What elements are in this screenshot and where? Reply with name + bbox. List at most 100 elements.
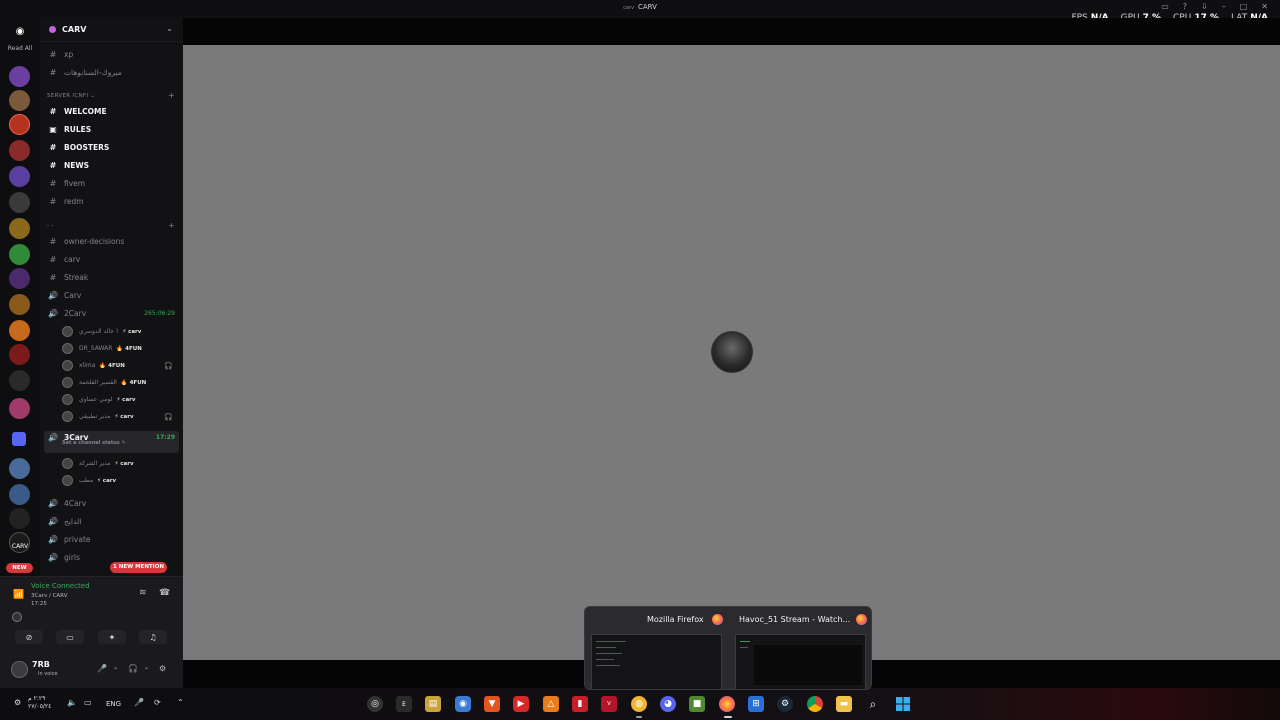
server-icon[interactable]: [9, 508, 30, 529]
vlc-icon[interactable]: △: [543, 696, 559, 712]
channel-item[interactable]: ▣ RULES: [44, 122, 179, 137]
files-icon[interactable]: ▤: [425, 696, 441, 712]
server-icon[interactable]: [9, 398, 30, 419]
display-icon[interactable]: ▭: [84, 698, 92, 707]
new-mention-badge[interactable]: 1 NEW MENTION: [110, 562, 167, 573]
voice-user[interactable]: مدير الشركة ⚡ carv: [62, 456, 177, 471]
user-name[interactable]: 7RB: [32, 660, 50, 669]
youtube-icon[interactable]: ▶: [513, 696, 529, 712]
winrar-icon[interactable]: ▮: [572, 696, 588, 712]
chrome-icon[interactable]: [807, 696, 823, 712]
voice-icon[interactable]: V: [601, 696, 617, 712]
channel-item[interactable]: # fivem: [44, 176, 179, 191]
server-icon[interactable]: [9, 294, 30, 315]
user-avatar[interactable]: [11, 661, 28, 678]
voice-channel-item[interactable]: 🔊 private: [44, 532, 179, 547]
server-icon[interactable]: [9, 484, 30, 505]
app-icon[interactable]: ◉: [455, 696, 471, 712]
disconnect-icon[interactable]: ☎: [159, 588, 170, 598]
store-icon[interactable]: ⊞: [748, 696, 764, 712]
chevron-down-icon[interactable]: ⌄: [166, 24, 173, 33]
channel-item[interactable]: # مبروك-السنابوهات: [44, 65, 179, 80]
server-icon[interactable]: [9, 192, 30, 213]
server-icon[interactable]: [9, 114, 30, 135]
screen-share-button[interactable]: ▭: [56, 630, 84, 644]
chevron-down-icon[interactable]: ⌄: [144, 664, 149, 671]
voice-channel-item[interactable]: 🔊 Carv: [44, 288, 179, 303]
category-header[interactable]: SERVER ICNFI ⌄ +: [47, 91, 177, 100]
add-channel-icon[interactable]: +: [168, 91, 175, 100]
new-badge[interactable]: NEW: [6, 563, 33, 573]
inbox-icon[interactable]: ▭: [1161, 2, 1169, 11]
download-icon[interactable]: ⇩: [1201, 2, 1208, 11]
channel-item[interactable]: # BOOSTERS: [44, 140, 179, 155]
voice-channel-item[interactable]: 🔊 4Carv: [44, 496, 179, 511]
channel-item[interactable]: # xp: [44, 47, 179, 62]
windows-icon[interactable]: [895, 696, 911, 712]
close-icon[interactable]: ✕: [1261, 2, 1268, 11]
voice-channel-item[interactable]: 🔊 2Carv 265:06:29: [44, 306, 179, 321]
microphone-icon[interactable]: 🎤: [134, 698, 144, 707]
preview-card-firefox[interactable]: Mozilla Firefox: [585, 607, 729, 689]
server-icon[interactable]: [9, 268, 30, 289]
stream-area[interactable]: [183, 45, 1280, 660]
video-off-button[interactable]: ⊘: [15, 630, 43, 644]
server-icon[interactable]: [9, 370, 30, 391]
headphones-icon[interactable]: 🎧: [128, 664, 138, 673]
discord-icon[interactable]: ◕: [660, 696, 676, 712]
noise-suppression-icon[interactable]: ≋: [139, 588, 147, 598]
voice-channel-item[interactable]: 🔊 الدايح: [44, 514, 179, 529]
server-icon[interactable]: [9, 90, 30, 111]
voice-status[interactable]: Voice Connected: [31, 582, 90, 590]
epic-icon[interactable]: E: [396, 696, 412, 712]
channel-item[interactable]: # redm: [44, 194, 179, 209]
channel-item[interactable]: # carv: [44, 252, 179, 267]
firefox-icon[interactable]: [719, 696, 735, 712]
activities-button[interactable]: ✦: [98, 630, 126, 644]
server-icon[interactable]: [9, 344, 30, 365]
server-icon[interactable]: [9, 66, 30, 87]
volume-icon[interactable]: 🔈: [67, 698, 77, 707]
search-icon[interactable]: ⌕: [865, 696, 881, 712]
voice-channel-item-selected[interactable]: 🔊 3Carv 17:29 Set a channel status ✎: [44, 431, 179, 453]
voice-user[interactable]: خالد الدوسري ! ⚡ carv: [62, 324, 177, 339]
channel-item[interactable]: # Streak: [44, 270, 179, 285]
chevron-up-icon[interactable]: ⌃: [177, 698, 184, 707]
minimize-icon[interactable]: –: [1222, 2, 1226, 11]
server-icon[interactable]: [9, 166, 30, 187]
read-all-button[interactable]: Read All: [0, 45, 40, 52]
microphone-icon[interactable]: 🎤: [97, 664, 107, 673]
voice-channel-path[interactable]: 3Carv / CARV: [31, 593, 67, 599]
network-icon[interactable]: ⚙: [14, 698, 21, 707]
preview-card-stream[interactable]: Havoc_51 Stream - Watch...: [729, 607, 871, 689]
channel-item[interactable]: # WELCOME: [44, 104, 179, 119]
brave-icon[interactable]: ▼: [484, 696, 500, 712]
explorer-icon[interactable]: ▬: [836, 696, 852, 712]
voice-user[interactable]: xlima 🔥 4FUN 🎧: [62, 358, 177, 373]
chat-icon[interactable]: ◍: [631, 696, 647, 712]
server-icon[interactable]: [9, 320, 30, 341]
soundboard-button[interactable]: ♫: [139, 630, 167, 644]
folder-icon[interactable]: [12, 432, 26, 446]
settings-gear-icon[interactable]: ⚙: [159, 664, 166, 673]
voice-user[interactable]: DR_SAWAR 🔥 4FUN: [62, 341, 177, 356]
server-header[interactable]: CARV ⌄: [40, 18, 183, 42]
voice-user[interactable]: مطب ⚡ carv: [62, 473, 177, 488]
clock[interactable]: ٢:٢٩ م ٢٧/٠٥/٢٤: [28, 695, 51, 711]
voice-user[interactable]: لومي عساوي ⚡ carv: [62, 392, 177, 407]
server-icon[interactable]: [9, 458, 30, 479]
language-indicator[interactable]: ENG: [106, 700, 121, 708]
minecraft-icon[interactable]: ■: [689, 696, 705, 712]
channel-status[interactable]: Set a channel status ✎: [62, 440, 126, 446]
chevron-down-icon[interactable]: ⌄: [113, 664, 118, 671]
server-icon[interactable]: [9, 218, 30, 239]
channel-item[interactable]: # owner-decisions: [44, 234, 179, 249]
help-icon[interactable]: ?: [1183, 2, 1187, 11]
sync-icon[interactable]: ⟳: [154, 698, 161, 707]
signal-icon[interactable]: 📶: [13, 590, 24, 600]
maximize-icon[interactable]: □: [1240, 2, 1248, 11]
category-header[interactable]: - - +: [47, 221, 177, 230]
server-icon[interactable]: [9, 140, 30, 161]
voice-user[interactable]: مدير تطبيقي ⚡ carv 🎧: [62, 409, 177, 424]
obs-icon[interactable]: ◎: [367, 696, 383, 712]
